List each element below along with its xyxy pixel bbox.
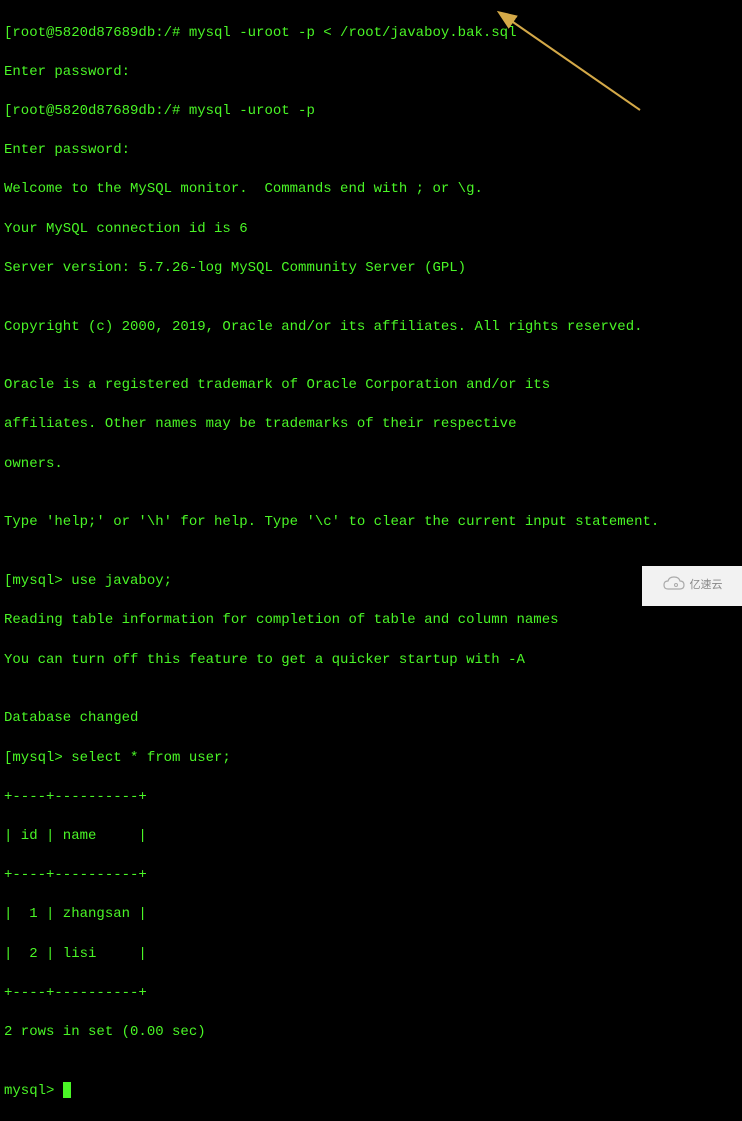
password-prompt: Enter password: (4, 141, 738, 161)
connection-info: Your MySQL connection id is 6 (4, 220, 738, 240)
table-row: | 2 | lisi | (4, 945, 738, 965)
info-text: Reading table information for completion… (4, 611, 738, 631)
password-prompt: Enter password: (4, 63, 738, 83)
help-text: Type 'help;' or '\h' for help. Type '\c'… (4, 513, 738, 533)
watermark-text: 亿速云 (690, 578, 723, 593)
table-border: +----+----------+ (4, 984, 738, 1004)
table-border: +----+----------+ (4, 866, 738, 886)
copyright-text: Copyright (c) 2000, 2019, Oracle and/or … (4, 318, 738, 338)
welcome-text: Welcome to the MySQL monitor. Commands e… (4, 180, 738, 200)
trademark-text: affiliates. Other names may be trademark… (4, 415, 738, 435)
table-row: | 1 | zhangsan | (4, 905, 738, 925)
shell-command-line: [root@5820d87689db:/# mysql -uroot -p < … (4, 24, 738, 44)
cursor-icon[interactable] (63, 1082, 71, 1098)
cloud-icon (662, 575, 686, 596)
server-version: Server version: 5.7.26-log MySQL Communi… (4, 259, 738, 279)
trademark-text: Oracle is a registered trademark of Orac… (4, 376, 738, 396)
table-header: | id | name | (4, 827, 738, 847)
status-text: Database changed (4, 709, 738, 729)
shell-command-line: [root@5820d87689db:/# mysql -uroot -p (4, 102, 738, 122)
result-summary: 2 rows in set (0.00 sec) (4, 1023, 738, 1043)
info-text: You can turn off this feature to get a q… (4, 651, 738, 671)
mysql-prompt-active: mysql> (4, 1082, 738, 1102)
trademark-text: owners. (4, 455, 738, 475)
watermark-badge: 亿速云 (642, 566, 742, 606)
table-border: +----+----------+ (4, 788, 738, 808)
mysql-command-line: [mysql> select * from user; (4, 749, 738, 769)
mysql-command-line: [mysql> use javaboy; (4, 572, 738, 592)
terminal-output[interactable]: [root@5820d87689db:/# mysql -uroot -p < … (4, 4, 738, 1121)
